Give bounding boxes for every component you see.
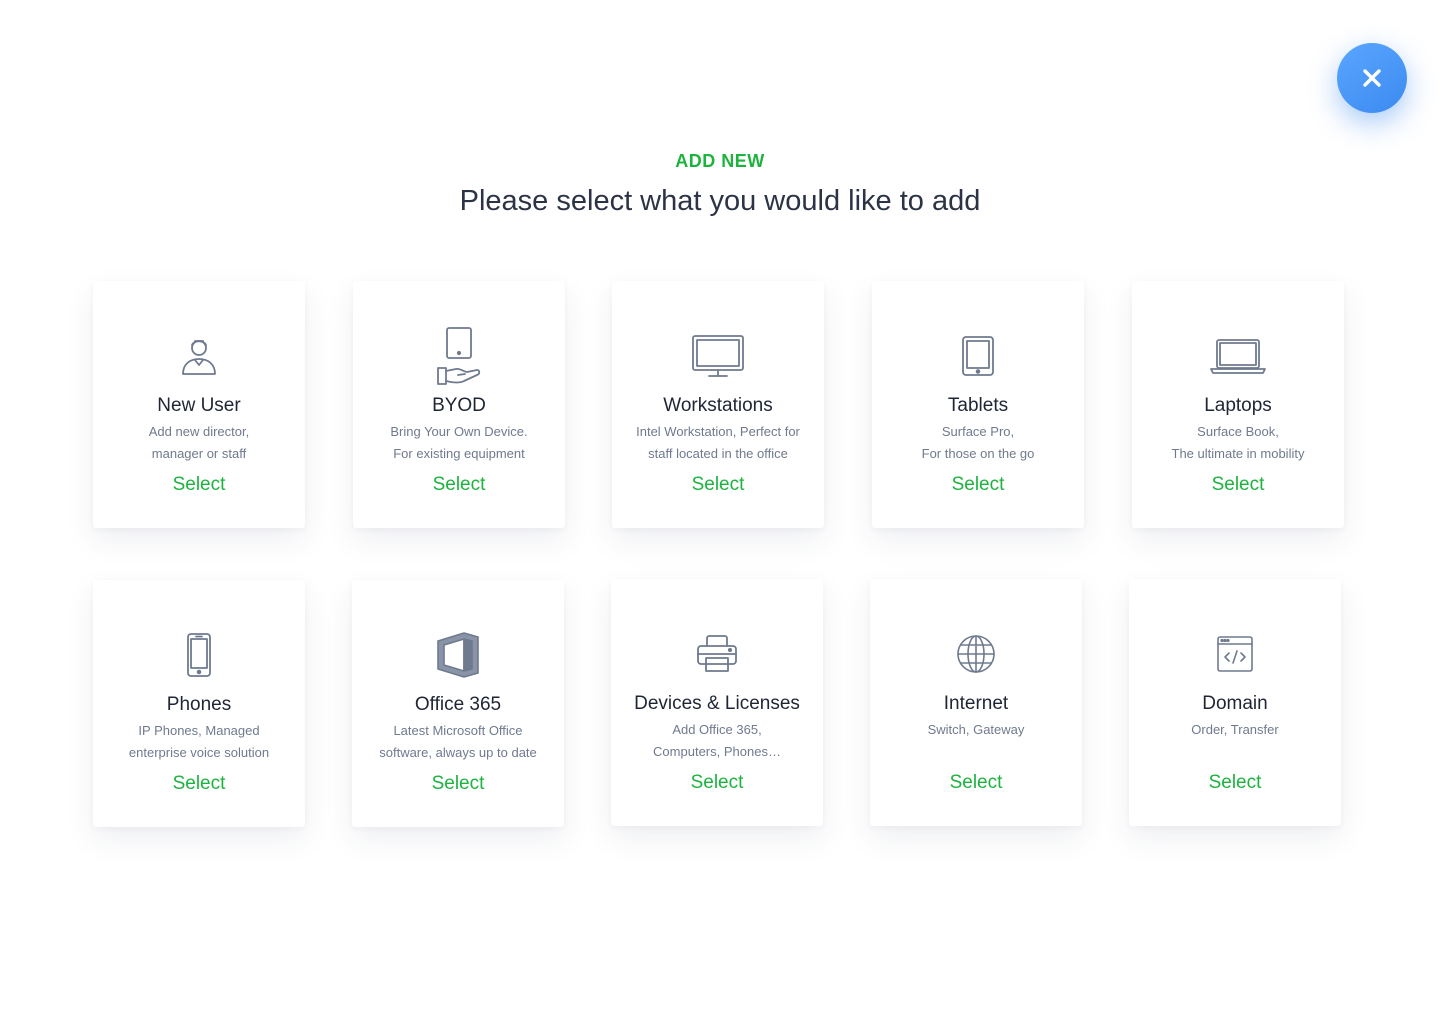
card-title: Internet: [943, 693, 1009, 714]
add-new-modal: ADD NEW Please select what you would lik…: [0, 0, 1440, 1024]
select-button[interactable]: Select: [93, 773, 305, 795]
card-title: BYOD: [432, 395, 486, 416]
card-description: Add new director, manager or staff: [101, 421, 297, 465]
card-description: Add Office 365, Computers, Phones…: [619, 719, 815, 763]
card-tablets[interactable]: Tablets Surface Pro, For those on the go…: [872, 281, 1084, 528]
card-workstations[interactable]: Workstations Intel Workstation, Perfect …: [612, 281, 824, 528]
office-icon: [352, 622, 564, 688]
byod-hand-tablet-icon: [353, 321, 565, 391]
card-title: Workstations: [663, 395, 773, 416]
card-description-line: Computers, Phones…: [653, 744, 781, 759]
card-description: Intel Workstation, Perfect for staff loc…: [620, 421, 816, 465]
card-description: IP Phones, Managed enterprise voice solu…: [101, 720, 297, 764]
card-title: Laptops: [1204, 395, 1272, 416]
code-window-icon: [1129, 621, 1341, 687]
card-devices-licenses[interactable]: Devices & Licenses Add Office 365, Compu…: [611, 579, 823, 826]
tablet-icon: [872, 323, 1084, 389]
card-title: Office 365: [414, 694, 502, 715]
select-button[interactable]: Select: [93, 474, 305, 496]
page-title: Please select what you would like to add: [459, 185, 981, 217]
card-phones[interactable]: Phones IP Phones, Managed enterprise voi…: [93, 580, 305, 827]
card-new-user[interactable]: New User Add new director, manager or st…: [93, 281, 305, 528]
card-description-line: For existing equipment: [393, 446, 525, 461]
card-office-365[interactable]: Office 365 Latest Microsoft Office softw…: [352, 580, 564, 827]
card-title: Domain: [1202, 693, 1268, 714]
card-domain[interactable]: Domain Order, Transfer Select: [1129, 579, 1341, 826]
select-button[interactable]: Select: [870, 772, 1082, 794]
card-description-line: manager or staff: [151, 446, 247, 461]
card-byod[interactable]: BYOD Bring Your Own Device. For existing…: [353, 281, 565, 528]
printer-icon: [611, 621, 823, 687]
monitor-icon: [612, 323, 824, 389]
card-description: Surface Pro, For those on the go: [880, 421, 1076, 465]
card-description-line: staff located in the office: [648, 446, 788, 461]
card-internet[interactable]: Internet Switch, Gateway Select: [870, 579, 1082, 826]
card-description: Switch, Gateway: [878, 719, 1074, 741]
select-button[interactable]: Select: [612, 474, 824, 496]
select-button[interactable]: Select: [353, 474, 565, 496]
select-button[interactable]: Select: [872, 474, 1084, 496]
card-description: Order, Transfer: [1137, 719, 1333, 741]
card-title: Tablets: [947, 395, 1009, 416]
select-button[interactable]: Select: [1132, 474, 1344, 496]
card-description-line: Surface Pro,: [941, 424, 1015, 439]
close-icon: [1363, 69, 1381, 87]
globe-icon: [870, 621, 1082, 687]
select-button[interactable]: Select: [1129, 772, 1341, 794]
card-title: Devices & Licenses: [634, 693, 800, 714]
card-description: Latest Microsoft Office software, always…: [360, 720, 556, 764]
card-description-line: IP Phones, Managed: [138, 723, 260, 738]
user-icon: [93, 323, 305, 389]
card-description-line: For those on the go: [921, 446, 1035, 461]
card-description-line: The ultimate in mobility: [1171, 446, 1305, 461]
card-description-line: enterprise voice solution: [128, 745, 270, 760]
select-button[interactable]: Select: [611, 772, 823, 794]
card-description-line: Add new director,: [148, 424, 250, 439]
card-title: Phones: [166, 694, 232, 715]
laptop-icon: [1132, 323, 1344, 389]
select-button[interactable]: Select: [352, 773, 564, 795]
card-description-line: Order, Transfer: [1191, 722, 1279, 737]
card-description-line: software, always up to date: [379, 745, 537, 760]
card-description: Surface Book, The ultimate in mobility: [1140, 421, 1336, 465]
phone-icon: [93, 622, 305, 688]
card-description-line: Latest Microsoft Office: [393, 723, 523, 738]
close-button[interactable]: [1337, 43, 1407, 113]
card-description-line: Intel Workstation, Perfect for: [636, 424, 800, 439]
card-description-line: Switch, Gateway: [927, 722, 1025, 737]
card-description: Bring Your Own Device. For existing equi…: [361, 421, 557, 465]
card-description-line: Add Office 365,: [672, 722, 762, 737]
card-title: New User: [157, 395, 241, 416]
card-description-line: Surface Book,: [1197, 424, 1279, 439]
section-eyebrow: ADD NEW: [675, 151, 765, 171]
card-laptops[interactable]: Laptops Surface Book, The ultimate in mo…: [1132, 281, 1344, 528]
card-description-line: Bring Your Own Device.: [390, 424, 528, 439]
